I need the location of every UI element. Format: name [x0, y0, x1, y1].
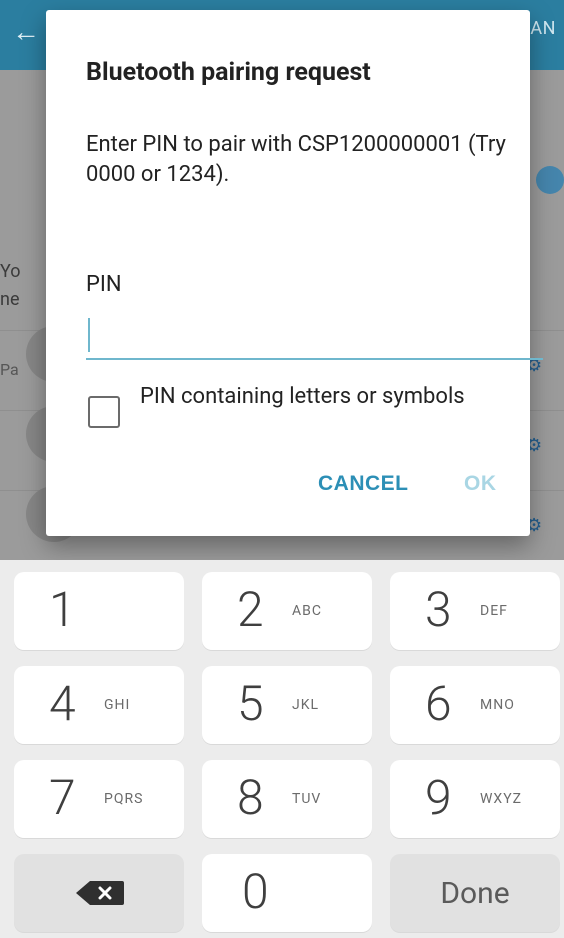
- done-label: Done: [440, 875, 510, 911]
- key-9[interactable]: 9 WXYZ: [390, 760, 560, 838]
- done-key[interactable]: Done: [390, 854, 560, 932]
- key-digit: 2: [237, 581, 264, 638]
- backspace-key[interactable]: [14, 854, 184, 932]
- key-6[interactable]: 6 MNO: [390, 666, 560, 744]
- key-letters: JKL: [292, 697, 320, 713]
- key-1[interactable]: 1: [14, 572, 184, 650]
- key-letters: DEF: [480, 603, 508, 619]
- pin-input[interactable]: [86, 310, 543, 360]
- background-description: Yo ne: [0, 258, 21, 314]
- numeric-keyboard: 1 2 ABC 3 DEF 4 GHI 5 JKL 6 MNO 7 PQRS 8…: [0, 560, 564, 938]
- bluetooth-pairing-dialog: Bluetooth pairing request Enter PIN to p…: [46, 10, 543, 536]
- backspace-icon: [76, 881, 124, 905]
- bluetooth-toggle[interactable]: [536, 166, 564, 194]
- key-letters: GHI: [104, 697, 131, 713]
- key-0[interactable]: 0: [202, 854, 372, 932]
- ok-button[interactable]: OK: [464, 472, 497, 496]
- key-4[interactable]: 4 GHI: [14, 666, 184, 744]
- key-letters: TUV: [292, 791, 322, 807]
- background-text-line-2: ne: [0, 289, 20, 310]
- pin-label: PIN: [86, 272, 122, 297]
- pin-letters-symbols-checkbox[interactable]: [88, 396, 120, 428]
- paired-devices-section-label: Pa: [0, 360, 19, 379]
- key-letters: WXYZ: [480, 791, 522, 807]
- key-digit: 1: [49, 581, 76, 638]
- key-3[interactable]: 3 DEF: [390, 572, 560, 650]
- key-8[interactable]: 8 TUV: [202, 760, 372, 838]
- key-7[interactable]: 7 PQRS: [14, 760, 184, 838]
- cancel-button[interactable]: CANCEL: [318, 472, 409, 496]
- key-2[interactable]: 2 ABC: [202, 572, 372, 650]
- key-digit: 0: [242, 863, 269, 920]
- key-digit: 7: [49, 769, 76, 826]
- back-arrow-icon[interactable]: ←: [12, 18, 40, 46]
- app-bar-action-partial[interactable]: AN: [530, 20, 556, 38]
- text-caret: [88, 318, 90, 352]
- key-letters: ABC: [292, 603, 322, 619]
- key-5[interactable]: 5 JKL: [202, 666, 372, 744]
- dialog-title: Bluetooth pairing request: [86, 58, 371, 87]
- key-letters: MNO: [480, 697, 515, 713]
- key-digit: 6: [425, 675, 452, 732]
- key-digit: 5: [237, 675, 264, 732]
- key-letters: PQRS: [104, 791, 144, 807]
- key-digit: 8: [237, 769, 264, 826]
- key-digit: 3: [425, 581, 452, 638]
- key-digit: 4: [49, 675, 76, 732]
- key-digit: 9: [425, 769, 452, 826]
- dialog-message: Enter PIN to pair with CSP1200000001 (Tr…: [86, 132, 506, 187]
- background-text-line-1: Yo: [0, 261, 21, 282]
- pin-letters-symbols-label[interactable]: PIN containing letters or symbols: [140, 382, 490, 412]
